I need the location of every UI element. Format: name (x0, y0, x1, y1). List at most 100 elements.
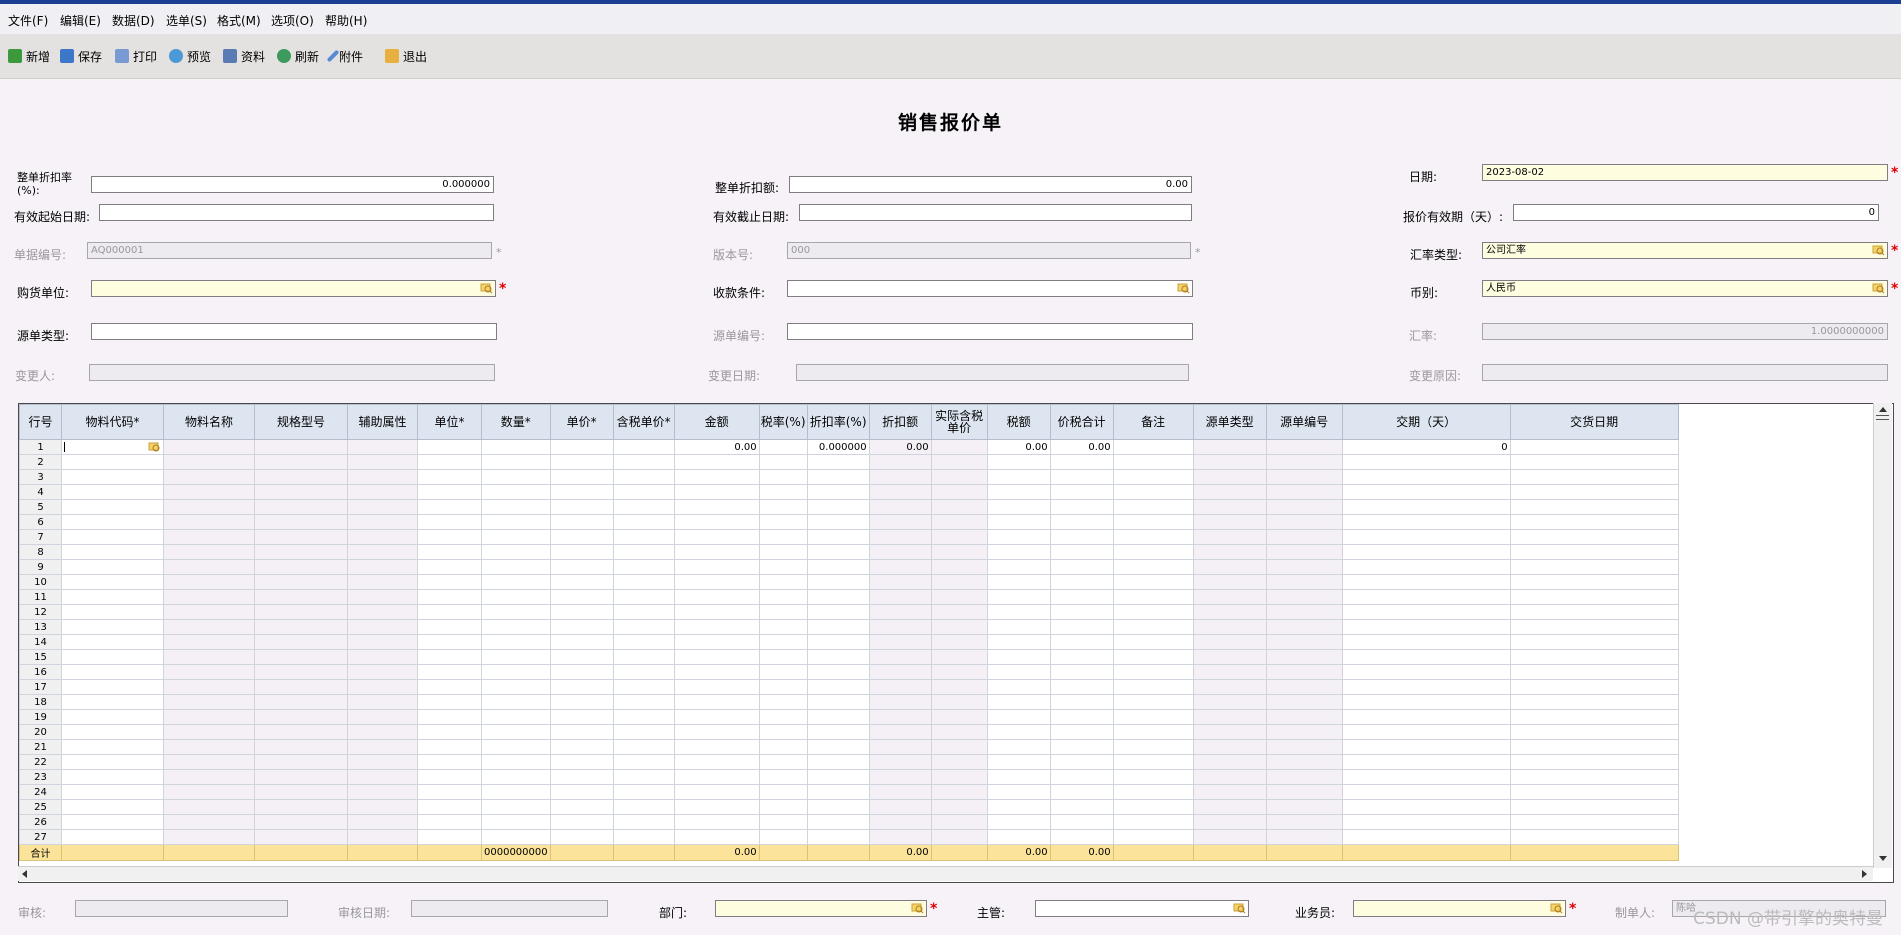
grid-cell[interactable] (163, 739, 255, 755)
grid-cell[interactable] (1265, 559, 1343, 575)
grid-cell[interactable] (347, 724, 418, 740)
grid-cell[interactable] (1509, 799, 1679, 815)
grid-cell[interactable] (673, 619, 760, 635)
grid-col-header[interactable]: 备注 (1112, 404, 1194, 440)
grid-cell[interactable] (254, 619, 348, 635)
grid-cell[interactable] (1192, 709, 1267, 725)
grid-cell[interactable] (868, 454, 932, 470)
grid-cell[interactable] (1112, 484, 1194, 500)
grid-cell[interactable] (254, 694, 348, 710)
grid-cell[interactable] (1265, 514, 1343, 530)
grid-cell[interactable] (806, 739, 870, 755)
grid-cell[interactable] (1509, 454, 1679, 470)
grid-cell[interactable] (1509, 724, 1679, 740)
grid-cell[interactable] (417, 694, 482, 710)
table-row[interactable]: 1 0.00 0.000000 0.00 0.00 0.00 0 (19, 439, 1679, 455)
grid-col-header[interactable]: 交货日期 (1509, 404, 1679, 440)
grid-cell[interactable] (758, 589, 808, 605)
grid-cell[interactable] (673, 559, 760, 575)
preview-button[interactable]: 预览 (169, 46, 211, 66)
grid-cell[interactable] (806, 784, 870, 800)
grid-cell[interactable] (673, 484, 760, 500)
grid-cell[interactable] (61, 559, 164, 575)
grid-cell[interactable] (481, 739, 551, 755)
grid-cell[interactable] (1192, 814, 1267, 830)
save-button[interactable]: 保存 (60, 46, 102, 66)
grid-cell[interactable] (481, 574, 551, 590)
lookup-icon[interactable] (148, 441, 161, 453)
grid-cell[interactable] (1192, 739, 1267, 755)
grid-cell[interactable] (806, 514, 870, 530)
grid-cell[interactable] (758, 529, 808, 545)
grid-col-header[interactable]: 税额 (986, 404, 1051, 440)
new-button[interactable]: 新增 (8, 46, 50, 66)
grid-cell[interactable] (1049, 814, 1114, 830)
grid-cell[interactable] (549, 799, 614, 815)
grid-col-header[interactable]: 源单类型 (1192, 404, 1267, 440)
grid-cell[interactable] (417, 529, 482, 545)
grid-cell[interactable] (758, 499, 808, 515)
grid-cell[interactable] (347, 679, 418, 695)
grid-cell[interactable] (986, 544, 1051, 560)
grid-cell[interactable] (868, 604, 932, 620)
grid-cell[interactable] (1112, 769, 1194, 785)
grid-cell[interactable] (1049, 649, 1114, 665)
grid-cell[interactable] (347, 514, 418, 530)
grid-cell[interactable] (1049, 604, 1114, 620)
grid-cell[interactable] (1265, 454, 1343, 470)
grid-cell[interactable] (806, 649, 870, 665)
grid-cell[interactable] (481, 634, 551, 650)
grid-cell[interactable] (758, 829, 808, 845)
grid-cell[interactable] (61, 709, 164, 725)
grid-cell[interactable] (549, 454, 614, 470)
grid-cell[interactable] (549, 754, 614, 770)
grid-cell[interactable] (61, 484, 164, 500)
grid-cell[interactable] (549, 559, 614, 575)
grid-cell[interactable] (1112, 454, 1194, 470)
grid-cell[interactable] (163, 709, 255, 725)
grid-cell[interactable] (1192, 754, 1267, 770)
grid-cell[interactable] (1341, 604, 1511, 620)
grid-cell[interactable] (254, 604, 348, 620)
grid-cell[interactable] (481, 709, 551, 725)
grid-cell[interactable] (986, 724, 1051, 740)
grid-cell[interactable] (61, 694, 164, 710)
grid-col-header[interactable]: 含税单价* (612, 404, 675, 440)
grid-cell[interactable] (930, 529, 988, 545)
payment-field[interactable] (787, 280, 1193, 297)
grid-cell[interactable] (549, 664, 614, 680)
grid-cell[interactable] (254, 469, 348, 485)
grid-cell[interactable] (1341, 649, 1511, 665)
table-row[interactable]: 6 (19, 514, 1679, 530)
grid-cell[interactable] (673, 679, 760, 695)
grid-cell[interactable] (163, 679, 255, 695)
grid-cell[interactable] (549, 709, 614, 725)
grid-cell[interactable] (1509, 544, 1679, 560)
grid-cell[interactable] (612, 649, 675, 665)
grid-cell[interactable] (61, 739, 164, 755)
table-row[interactable]: 19 (19, 709, 1679, 725)
grid-cell[interactable] (417, 514, 482, 530)
grid-cell[interactable] (986, 814, 1051, 830)
horizontal-scrollbar[interactable] (18, 866, 1873, 881)
grid-cell[interactable] (163, 484, 255, 500)
grid-cell[interactable] (347, 664, 418, 680)
grid-cell[interactable] (347, 484, 418, 500)
grid-col-header[interactable]: 行号 (19, 404, 62, 440)
grid-cell[interactable] (1509, 769, 1679, 785)
grid-cell[interactable] (1049, 544, 1114, 560)
discount-amount-field[interactable]: 0.00 (789, 176, 1192, 193)
grid-cell[interactable]: 0.000000 (806, 439, 870, 455)
grid-cell[interactable] (254, 454, 348, 470)
manager-field[interactable] (1035, 900, 1249, 917)
grid-cell[interactable] (1192, 769, 1267, 785)
grid-cell[interactable] (758, 484, 808, 500)
grid-cell[interactable] (163, 814, 255, 830)
grid-cell[interactable] (549, 679, 614, 695)
grid-cell[interactable] (417, 739, 482, 755)
grid-cell[interactable] (930, 514, 988, 530)
grid-cell[interactable] (481, 454, 551, 470)
grid-cell[interactable] (481, 439, 551, 455)
grid-cell[interactable] (549, 484, 614, 500)
grid-cell[interactable] (549, 724, 614, 740)
